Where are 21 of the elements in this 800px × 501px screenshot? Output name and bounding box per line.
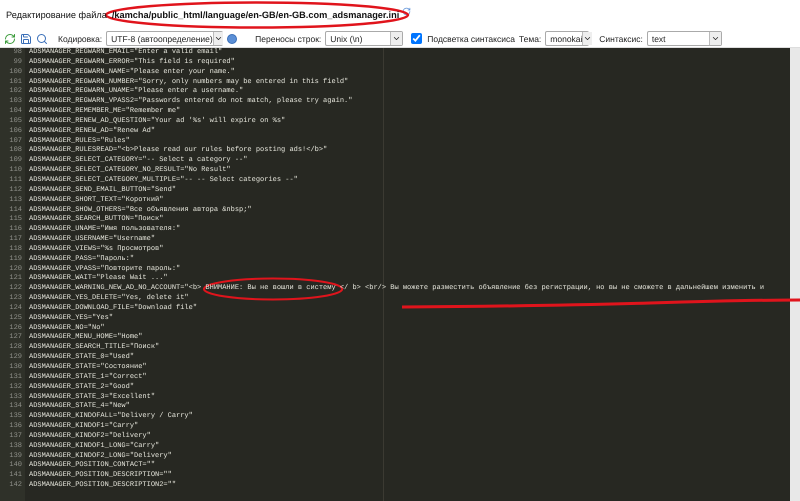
- help-icon[interactable]: [227, 34, 238, 44]
- caret-icon: [214, 34, 223, 43]
- encoding-label: Кодировка:: [58, 34, 102, 44]
- syntax-label: Синтаксис:: [599, 34, 643, 44]
- caret-icon: [583, 34, 592, 43]
- encoding-select[interactable]: UTF-8 (автоопределение): [106, 31, 224, 46]
- save-icon[interactable]: [20, 32, 32, 44]
- syntax-highlight-checkbox[interactable]: [411, 33, 422, 44]
- theme-select[interactable]: monokai: [545, 31, 590, 46]
- search-icon[interactable]: [36, 32, 48, 44]
- file-path: /kamcha/public_html/language/en-GB/en-GB.com_adsmanager.ini: [112, 10, 400, 20]
- syntax-highlight-label: Подсветка синтаксиса: [427, 34, 515, 44]
- line-endings-label: Переносы строк:: [255, 34, 322, 44]
- caret-icon: [710, 34, 720, 43]
- line-endings-select[interactable]: Unix (\n): [325, 31, 404, 46]
- code-editor[interactable]: [0, 48, 800, 501]
- theme-label: Тема:: [518, 34, 542, 44]
- syntax-select[interactable]: text: [646, 31, 722, 46]
- reload-icon[interactable]: [402, 6, 412, 16]
- refresh-icon[interactable]: [4, 32, 16, 44]
- caret-icon: [392, 34, 402, 43]
